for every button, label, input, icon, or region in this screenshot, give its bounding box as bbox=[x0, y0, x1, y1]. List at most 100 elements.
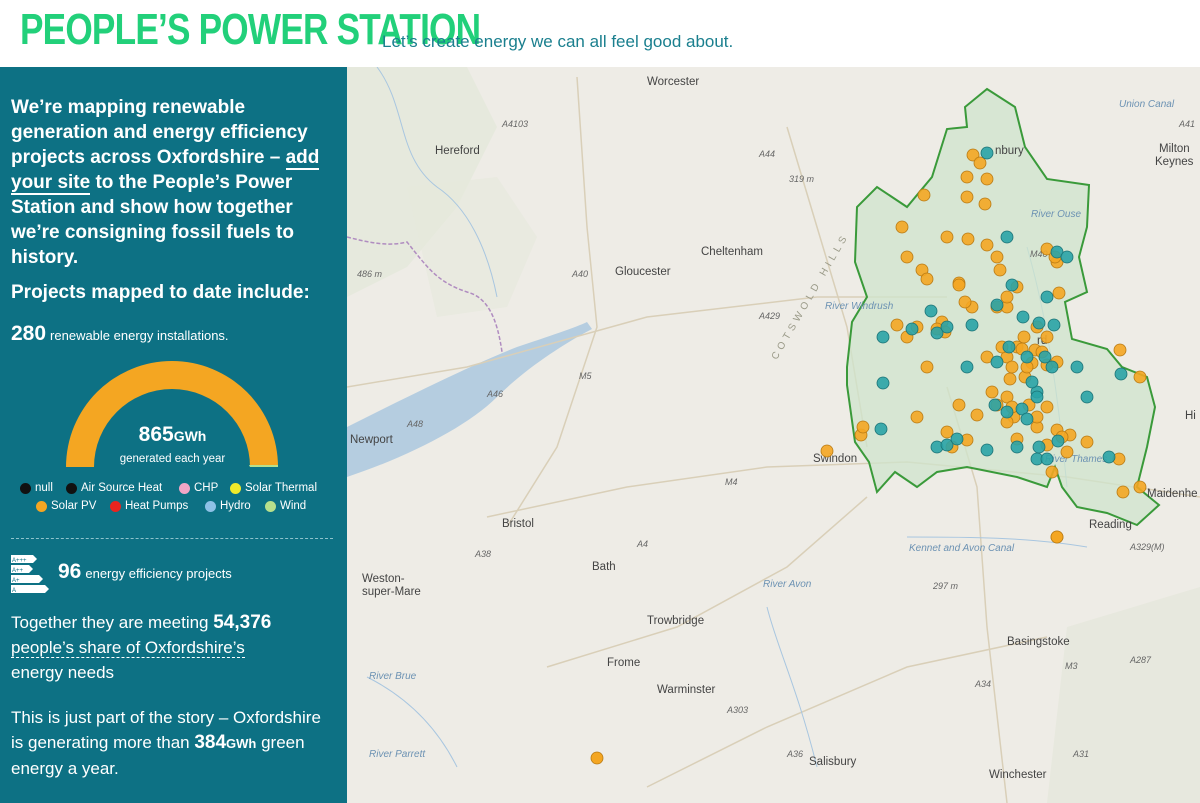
solar-pv-marker[interactable] bbox=[940, 230, 954, 244]
legend-label: null bbox=[35, 482, 53, 494]
severn-estuary bbox=[347, 322, 592, 477]
solar-pv-marker[interactable] bbox=[1017, 330, 1031, 344]
efficiency-project-marker[interactable] bbox=[1000, 405, 1014, 419]
solar-pv-marker[interactable] bbox=[960, 190, 974, 204]
solar-pv-marker[interactable] bbox=[940, 425, 954, 439]
efficiency-project-marker[interactable] bbox=[1070, 360, 1084, 374]
efficiency-project-marker[interactable] bbox=[874, 422, 888, 436]
efficiency-project-marker[interactable] bbox=[1080, 390, 1094, 404]
legend-item-wind[interactable]: Wind bbox=[265, 500, 306, 512]
solar-pv-marker[interactable] bbox=[917, 188, 931, 202]
legend-item-null[interactable]: null bbox=[20, 482, 53, 494]
solar-pv-marker[interactable] bbox=[1116, 485, 1130, 499]
solar-pv-marker[interactable] bbox=[960, 170, 974, 184]
solar-pv-marker[interactable] bbox=[1045, 465, 1059, 479]
solar-pv-marker[interactable] bbox=[890, 318, 904, 332]
efficiency-project-marker[interactable] bbox=[905, 322, 919, 336]
solar-pv-marker[interactable] bbox=[958, 295, 972, 309]
map-canvas[interactable]: Worcester Hereford Cheltenham Gloucester… bbox=[347, 67, 1200, 803]
solar-pv-marker[interactable] bbox=[856, 420, 870, 434]
solar-pv-marker[interactable] bbox=[1133, 370, 1147, 384]
solar-pv-marker[interactable] bbox=[920, 272, 934, 286]
efficiency-project-marker[interactable] bbox=[1045, 360, 1059, 374]
efficiency-project-marker[interactable] bbox=[1114, 367, 1128, 381]
efficiency-project-marker[interactable] bbox=[990, 355, 1004, 369]
solar-pv-marker[interactable] bbox=[1080, 435, 1094, 449]
map-panel[interactable]: Worcester Hereford Cheltenham Gloucester… bbox=[347, 67, 1200, 803]
solar-pv-marker[interactable] bbox=[1003, 372, 1017, 386]
place-label: super-Mare bbox=[362, 586, 421, 598]
legend-item-solar-thermal[interactable]: Solar Thermal bbox=[230, 482, 317, 494]
efficiency-project-marker[interactable] bbox=[876, 376, 890, 390]
water-label: River Avon bbox=[763, 579, 812, 590]
efficiency-project-marker[interactable] bbox=[1047, 318, 1061, 332]
efficiency-project-marker[interactable] bbox=[1040, 452, 1054, 466]
legend-item-heat-pumps[interactable]: Heat Pumps bbox=[110, 500, 188, 512]
efficiency-project-marker[interactable] bbox=[1005, 278, 1019, 292]
efficiency-project-marker[interactable] bbox=[960, 360, 974, 374]
place-label: Cheltenham bbox=[701, 246, 763, 258]
efficiency-count: 96 bbox=[58, 560, 82, 583]
solar-pv-marker[interactable] bbox=[978, 197, 992, 211]
solar-pv-marker[interactable] bbox=[900, 250, 914, 264]
efficiency-project-marker[interactable] bbox=[940, 320, 954, 334]
efficiency-project-marker[interactable] bbox=[950, 432, 964, 446]
efficiency-project-marker[interactable] bbox=[1020, 412, 1034, 426]
solar-pv-marker[interactable] bbox=[961, 232, 975, 246]
solar-pv-marker[interactable] bbox=[973, 156, 987, 170]
efficiency-project-marker[interactable] bbox=[1102, 450, 1116, 464]
solar-pv-marker[interactable] bbox=[952, 398, 966, 412]
efficiency-project-marker[interactable] bbox=[1038, 350, 1052, 364]
solar-pv-marker[interactable] bbox=[1060, 445, 1074, 459]
solar-pv-marker[interactable] bbox=[590, 751, 604, 765]
efficiency-project-marker[interactable] bbox=[988, 398, 1002, 412]
efficiency-project-marker[interactable] bbox=[1002, 340, 1016, 354]
solar-pv-marker[interactable] bbox=[1052, 286, 1066, 300]
place-label: Basingstoke bbox=[1007, 636, 1070, 648]
efficiency-project-marker[interactable] bbox=[1000, 230, 1014, 244]
solar-pv-marker[interactable] bbox=[920, 360, 934, 374]
efficiency-project-marker[interactable] bbox=[1032, 440, 1046, 454]
solar-pv-marker[interactable] bbox=[993, 263, 1007, 277]
solar-pv-marker[interactable] bbox=[1040, 400, 1054, 414]
efficiency-project-marker[interactable] bbox=[924, 304, 938, 318]
efficiency-project-marker[interactable] bbox=[1020, 350, 1034, 364]
solar-pv-marker[interactable] bbox=[910, 410, 924, 424]
solar-pv-marker[interactable] bbox=[970, 408, 984, 422]
meeting-link[interactable]: people’s share of Oxfordshire’s bbox=[11, 638, 245, 658]
efficiency-project-marker[interactable] bbox=[980, 443, 994, 457]
solar-pv-marker[interactable] bbox=[895, 220, 909, 234]
legend-label: Wind bbox=[280, 500, 307, 512]
solar-pv-marker[interactable] bbox=[820, 444, 834, 458]
efficiency-project-marker[interactable] bbox=[980, 146, 994, 160]
efficiency-project-marker[interactable] bbox=[1040, 290, 1054, 304]
solar-pv-marker[interactable] bbox=[980, 172, 994, 186]
efficiency-project-marker[interactable] bbox=[1016, 310, 1030, 324]
efficiency-project-marker[interactable] bbox=[876, 330, 890, 344]
efficiency-project-marker[interactable] bbox=[990, 298, 1004, 312]
solar-pv-marker[interactable] bbox=[985, 385, 999, 399]
solar-pv-marker[interactable] bbox=[1040, 330, 1054, 344]
legend-item-hydro[interactable]: Hydro bbox=[205, 500, 251, 512]
solar-pv-marker[interactable] bbox=[980, 238, 994, 252]
solar-pv-marker[interactable] bbox=[1113, 343, 1127, 357]
efficiency-project-marker[interactable] bbox=[1060, 250, 1074, 264]
solar-pv-marker[interactable] bbox=[1000, 290, 1014, 304]
road-label: A429 bbox=[758, 311, 780, 321]
efficiency-project-marker[interactable] bbox=[1030, 390, 1044, 404]
solar-pv-marker[interactable] bbox=[1050, 530, 1064, 544]
legend-dot bbox=[110, 500, 121, 512]
legend-item-solar-pv[interactable]: Solar PV bbox=[36, 500, 96, 512]
efficiency-project-marker[interactable] bbox=[1051, 434, 1065, 448]
efficiency-project-marker[interactable] bbox=[965, 318, 979, 332]
legend-item-air-source-heat[interactable]: Air Source Heat bbox=[66, 482, 162, 494]
legend-item-chp[interactable]: CHP bbox=[179, 482, 218, 494]
solar-pv-marker[interactable] bbox=[1005, 360, 1019, 374]
solar-pv-marker[interactable] bbox=[952, 278, 966, 292]
solar-pv-marker[interactable] bbox=[990, 250, 1004, 264]
efficiency-project-marker[interactable] bbox=[1025, 375, 1039, 389]
solar-pv-marker[interactable] bbox=[1133, 480, 1147, 494]
efficiency-project-marker[interactable] bbox=[1010, 440, 1024, 454]
efficiency-project-marker[interactable] bbox=[1032, 316, 1046, 330]
story-unit: GWh bbox=[226, 736, 257, 751]
